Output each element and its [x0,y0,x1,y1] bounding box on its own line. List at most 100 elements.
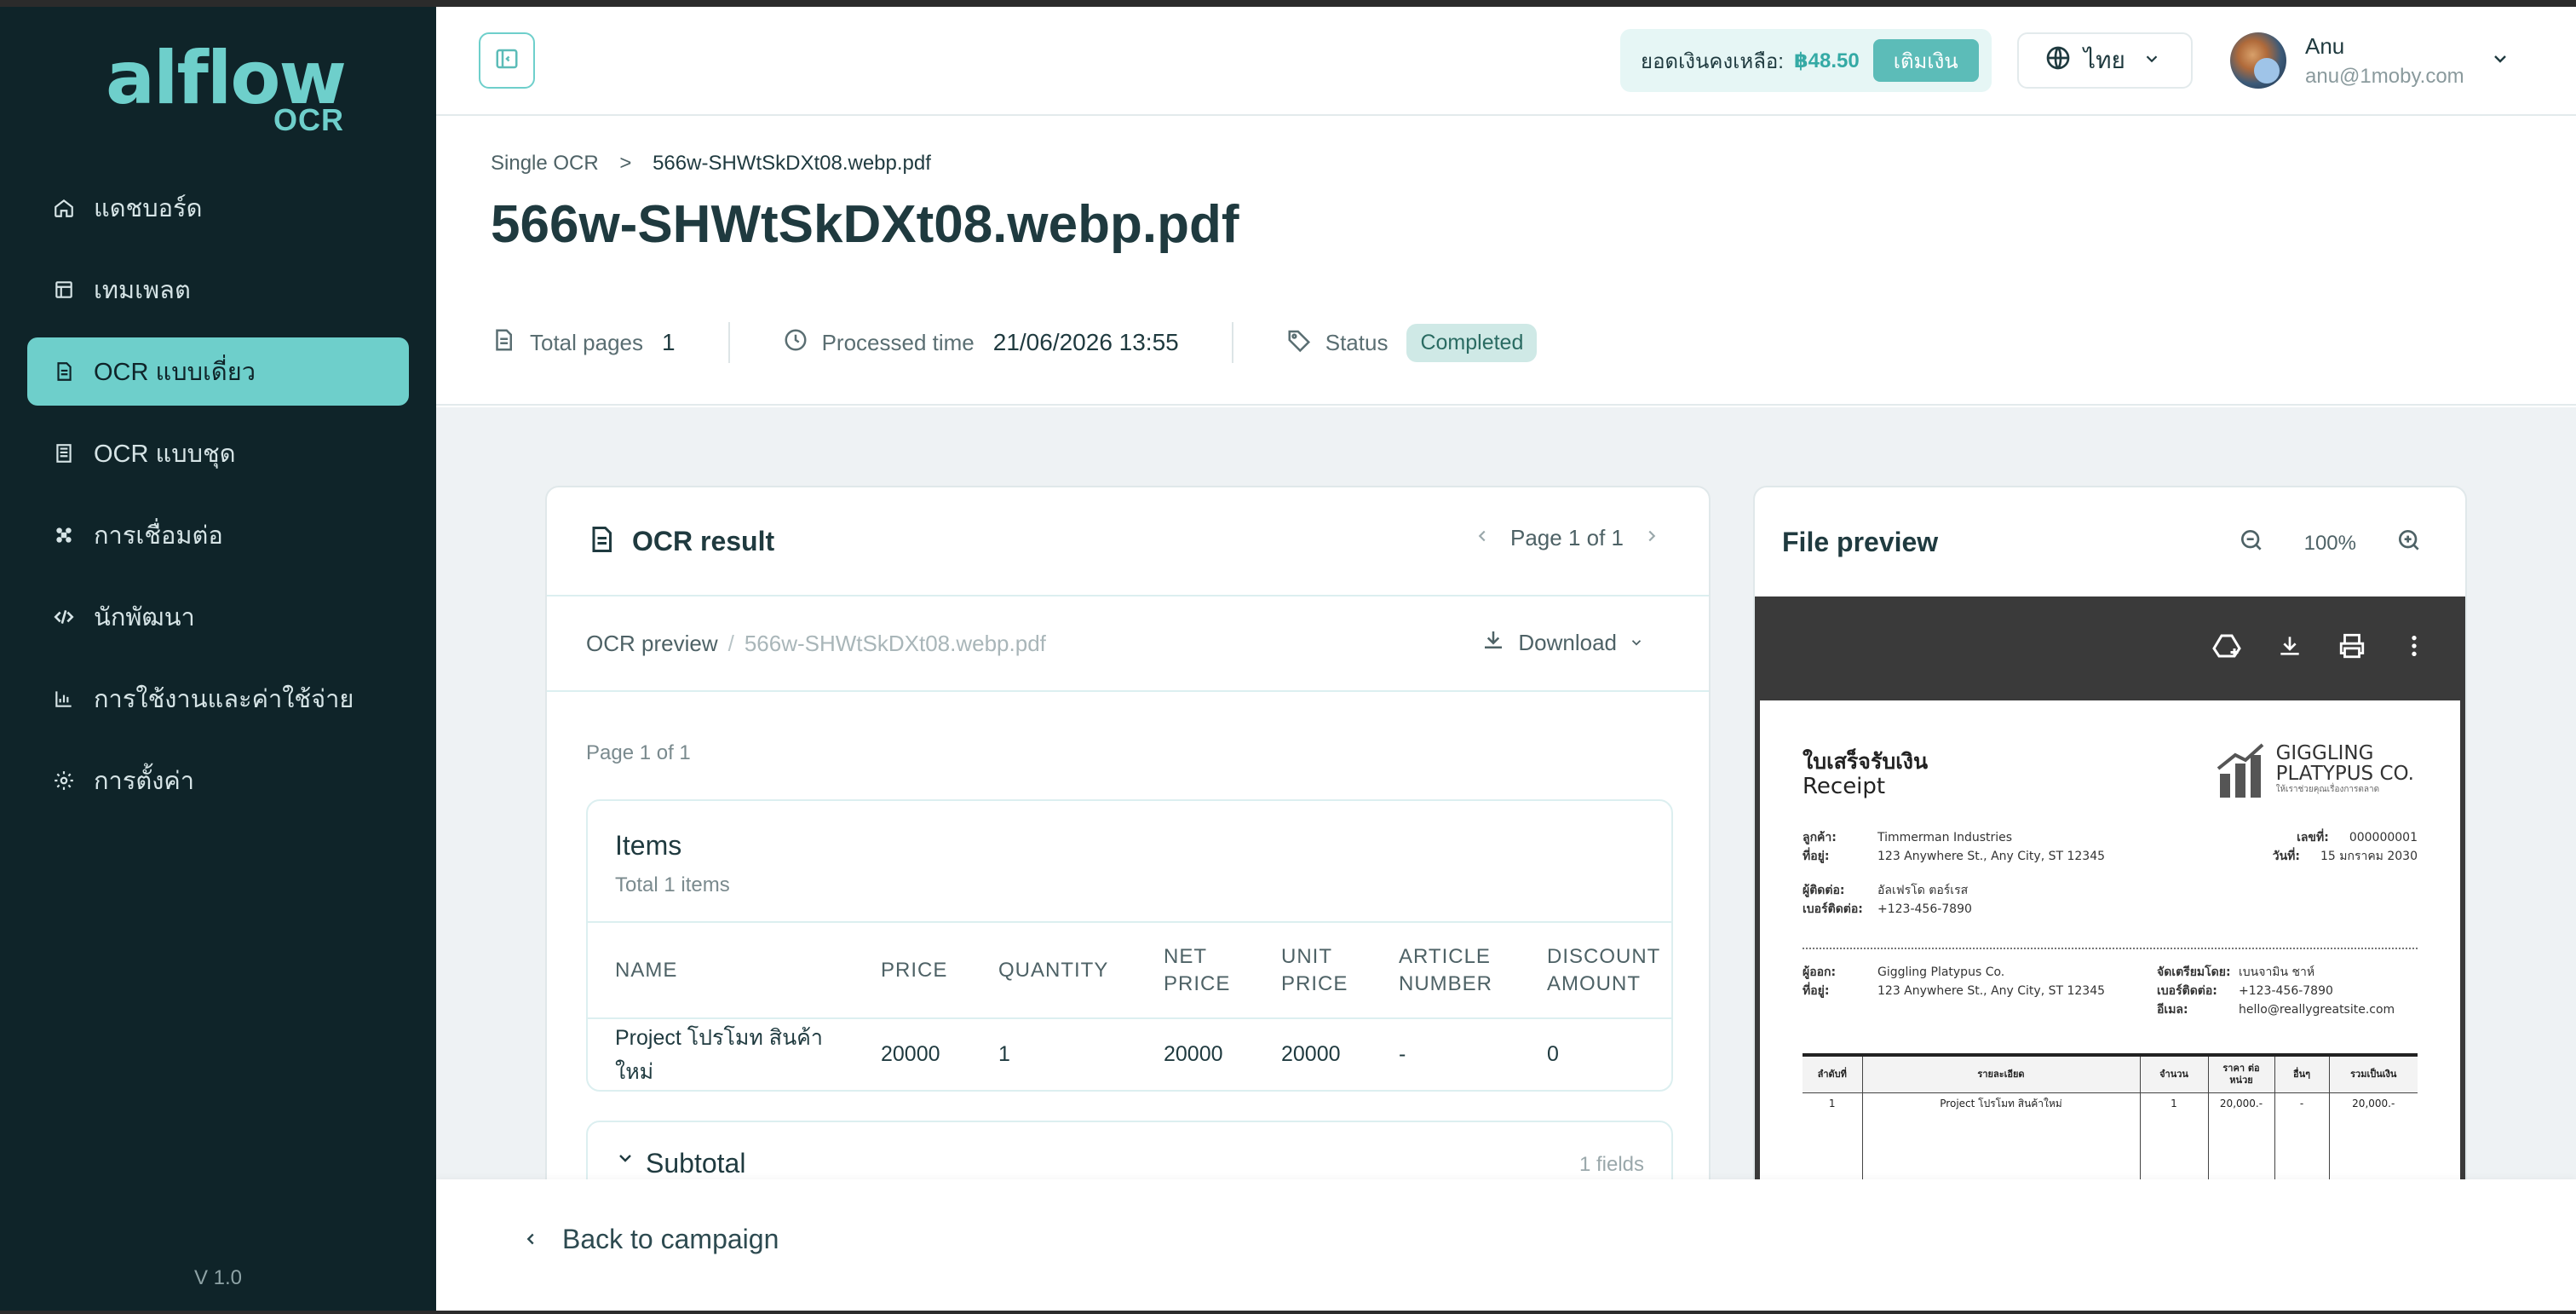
receipt-column-header: ลำดับที่ [1803,1057,1863,1093]
sidebar-item-dashboard[interactable]: แดชบอร์ด [27,174,409,242]
total-pages-value: 1 [661,329,676,355]
ocr-preview-bar: OCR preview / 566w-SHWtSkDXt08.webp.pdf … [547,596,1709,692]
prepared-phone-value: +123-456-7890 [2239,984,2333,998]
collapse-icon [494,46,520,76]
sidebar-item-settings[interactable]: การตั้งค่า [27,746,409,815]
table-cell: 20000 [1281,1042,1341,1066]
sidebar-item-integrations[interactable]: การเชื่อมต่อ [27,501,409,569]
main-content: OCR result Page 1 of 1 OCR preview / 566… [436,407,2576,1219]
company-tagline: ให้เราช่วยคุณเรื่องการตลาด [2275,785,2380,794]
prepared-phone-label: เบอร์ติดต่อ: [2157,984,2217,998]
column-header: NET PRICE [1136,923,1254,1019]
issuer-block: ผู้ออก: Giggling Platypus Co. ที่อยู่: 123… [1803,963,2105,1000]
company-logo: GIGGLING PLATYPUS CO. ให้เราช่วยคุณเรื่อ… [2217,743,2414,801]
sidebar-item-label: OCR แบบเดี่ยว [94,359,256,386]
table-cell: 20000 [881,1042,940,1066]
customer-block: ลูกค้า: Timmerman Industries ที่อยู่: 123 … [1803,828,2105,866]
balance-label: ยอดเงินคงเหลือ: [1641,49,1784,73]
sidebar-item-batch-ocr[interactable]: OCR แบบชุด [27,419,409,487]
page-icon [491,327,516,359]
meta-total-pages: Total pages 1 [491,327,676,359]
column-header: QUANTITY [971,923,1136,1019]
chevron-down-icon [2490,49,2510,73]
download-icon[interactable] [2276,632,2303,660]
sidebar-item-usage-billing[interactable]: การใช้งานและค่าใช้จ่าย [27,665,409,733]
issuer-label: ผู้ออก: [1803,965,1837,979]
logo-suffix: OCR [273,102,344,137]
add-to-drive-icon[interactable] [2211,631,2242,661]
company-name-line1: GIGGLING [2275,742,2374,764]
zoom-level: 100% [2303,531,2356,555]
company-name: GIGGLING PLATYPUS CO. ให้เราช่วยคุณเรื่อ… [2276,743,2414,796]
zoom-controls: 100% [2238,527,2423,560]
topbar: ยอดเงินคงเหลือ: ฿48.50 เติมเงิน ไทย Anu … [436,7,2576,116]
items-title: Items [615,830,682,861]
user-name: Anu [2305,32,2345,59]
chevron-down-icon [1629,630,1644,656]
zoom-in-icon[interactable] [2395,527,2423,560]
prepared-label: จัดเตรียมโดย: [2157,965,2231,979]
receipt-table-row: 1 Project โปรโมท สินค้าใหม่ 1 20,000.- -… [1803,1092,2418,1115]
meta-status: Status Completed [1286,323,1538,362]
zoom-out-icon[interactable] [2238,527,2265,560]
language-select[interactable]: ไทย [2017,32,2193,89]
items-table: NAME PRICE QUANTITY NET PRICE UNIT PRICE… [588,923,1671,1090]
meta-divider [727,322,730,363]
date-label: วันที่: [2272,850,2300,863]
date-value: 15 มกราคม 2030 [2320,850,2418,863]
chevron-right-icon[interactable] [1642,525,1661,551]
file-meta: Total pages 1 Processed time 21/06/2026 … [491,320,1538,365]
processed-time-label: Processed time [821,329,975,355]
receipt-column-header: ราคา ต่อหน่วย [2208,1057,2275,1093]
pdf-viewer-canvas[interactable]: ใบเสร็จรับเงิน Receipt GIGGLING PLATYPUS… [1755,695,2465,1217]
download-label: Download [1518,630,1617,655]
chevron-left-icon[interactable] [1473,525,1492,551]
status-badge: Completed [1406,323,1538,362]
page-title: 566w-SHWtSkDXt08.webp.pdf [491,195,1239,254]
ocr-pager: Page 1 of 1 [1473,525,1661,551]
top-up-button[interactable]: เติมเงิน [1872,39,1979,82]
print-icon[interactable] [2337,631,2366,660]
home-icon [53,197,75,219]
user-email: anu@1moby.com [2305,64,2464,88]
tag-icon [1286,327,1312,359]
receipt-column-header: จำนวน [2140,1057,2209,1093]
pdf-viewer-toolbar [1755,596,2465,695]
sidebar-item-label: นักพัฒนา [94,604,195,631]
balance-widget: ยอดเงินคงเหลือ: ฿48.50 เติมเงิน [1620,29,1992,92]
download-icon [1481,627,1506,659]
page-indicator: Page 1 of 1 [586,741,691,764]
back-label: Back to campaign [562,1224,779,1254]
back-to-campaign-button[interactable]: Back to campaign [521,1224,779,1255]
sidebar-item-label: การตั้งค่า [94,768,195,795]
receipt-column-header: รวมเป็นเงิน [2329,1057,2418,1093]
chevron-left-icon [521,1224,540,1255]
prepared-block: จัดเตรียมโดย: เบนจามิน ชาห์ เบอร์ติดต่อ: +… [2157,963,2395,1019]
sidebar: alflow OCR แดชบอร์ด เทมเพลต OCR แบบเดี่ย… [0,7,436,1311]
pager-text: Page 1 of 1 [1510,525,1624,550]
breadcrumb-parent-link[interactable]: Single OCR [491,152,599,175]
sidebar-item-developer[interactable]: นักพัฒนา [27,583,409,651]
chart-icon [53,688,75,710]
receipt-cell: 1 [1803,1092,1863,1115]
download-button[interactable]: Download [1481,627,1644,659]
batch-icon [53,442,75,464]
more-options-icon[interactable] [2401,632,2428,660]
address-value: 123 Anywhere St., Any City, ST 12345 [1877,850,2106,863]
user-menu[interactable]: Anu anu@1moby.com [2230,31,2510,90]
collapse-sidebar-button[interactable] [479,32,535,89]
phone-value: +123-456-7890 [1877,902,1972,916]
brand-logo[interactable]: alflow OCR [106,37,347,140]
ocr-preview-label[interactable]: OCR preview [586,631,718,657]
ocr-result-card: OCR result Page 1 of 1 OCR preview / 566… [545,486,1711,1219]
subtotal-title: Subtotal [646,1148,746,1179]
page-header: Single OCR > 566w-SHWtSkDXt08.webp.pdf 5… [436,116,2576,406]
ocr-preview-separator: / [727,630,734,656]
column-header: ARTICLE NUMBER [1371,923,1520,1019]
ocr-result-header: OCR result Page 1 of 1 [547,487,1709,596]
ocr-result-body: Page 1 of 1 Items Total 1 items NAME PRI… [547,741,1709,1206]
sidebar-item-templates[interactable]: เทมเพลต [27,256,409,324]
code-icon [53,606,75,628]
sidebar-item-single-ocr[interactable]: OCR แบบเดี่ยว [27,337,409,406]
receipt-cell: 20,000.- [2208,1092,2275,1115]
